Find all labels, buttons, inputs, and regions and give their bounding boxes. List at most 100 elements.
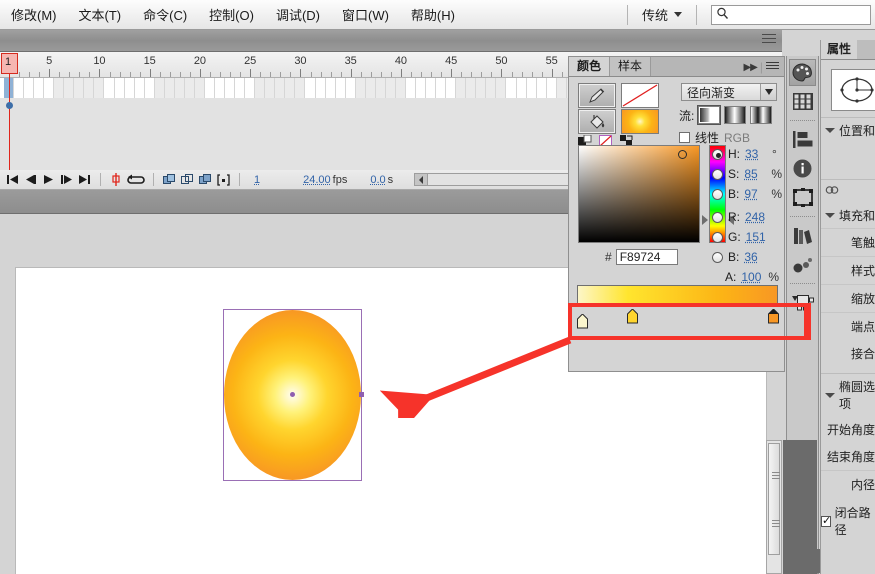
tab-properties[interactable]: 属性 [821, 40, 858, 59]
red-field[interactable]: R: 248 [712, 210, 767, 224]
close-path-checkbox[interactable] [821, 514, 831, 527]
alpha-value[interactable]: 100 [741, 270, 763, 284]
timeline-frame-cell[interactable] [225, 78, 236, 98]
gradient-center-handle[interactable] [290, 392, 295, 397]
timeline-frame-cell[interactable] [406, 78, 416, 98]
timeline-frame-cell[interactable] [145, 78, 155, 98]
step-back-one-frame-button[interactable] [23, 172, 38, 187]
timeline-frame-cell[interactable] [365, 78, 376, 98]
timeline-frame-cell[interactable] [94, 78, 105, 98]
row-style[interactable]: 样式 [821, 256, 875, 284]
row-inner-radius[interactable]: 内径 [821, 470, 875, 498]
timeline-frame-cell[interactable] [275, 78, 286, 98]
timeline-frame-cell[interactable] [255, 78, 266, 98]
timeline-frame-cell[interactable] [24, 78, 35, 98]
timeline-frame-cell[interactable] [125, 78, 135, 98]
timeline-frame-cell[interactable] [476, 78, 487, 98]
row-cap[interactable]: 端点 [821, 312, 875, 340]
flow-reflect-button[interactable] [724, 106, 747, 124]
chevron-down-icon-3[interactable] [825, 392, 835, 398]
menu-window[interactable]: 窗口(W) [331, 2, 400, 27]
timeline-frame-cell[interactable] [135, 78, 145, 98]
timeline-frame-cell[interactable] [34, 78, 45, 98]
chevron-down-icon-2[interactable] [825, 213, 835, 218]
stroke-color-tool-button[interactable] [578, 83, 616, 108]
menu-commands[interactable]: 命令(C) [132, 2, 198, 27]
current-frame-indicator[interactable]: 1 [254, 174, 260, 186]
hue-value[interactable]: 33 [745, 147, 767, 161]
timeline-frame-cell[interactable] [355, 78, 366, 98]
gradient-radius-handle[interactable] [359, 392, 364, 397]
flow-repeat-button[interactable] [750, 106, 773, 124]
timeline-frame-cell[interactable] [74, 78, 85, 98]
selected-ellipse[interactable] [223, 309, 364, 481]
timeline-frame-cell[interactable] [105, 78, 115, 98]
brightness-field[interactable]: B: 97 % [712, 187, 782, 201]
stroke-color-swatch[interactable] [621, 83, 659, 108]
play-button[interactable] [41, 172, 56, 187]
brightness-value[interactable]: 97 [744, 187, 766, 201]
timeline-frame-cell[interactable] [235, 78, 246, 98]
timeline-frame-cell[interactable] [456, 78, 467, 98]
timeline-frame-cell[interactable] [154, 78, 165, 98]
timeline-frame-cell[interactable] [556, 78, 567, 98]
edit-multiple-frames-button[interactable] [198, 172, 213, 187]
timeline-frame-cell[interactable] [466, 78, 477, 98]
timeline-frame-cell[interactable] [84, 78, 95, 98]
red-value[interactable]: 248 [745, 210, 767, 224]
section-oval-options[interactable]: 椭圆选项 [821, 373, 875, 416]
timeline-frame-cell[interactable] [436, 78, 447, 98]
timeline-frame-cell[interactable] [265, 78, 276, 98]
onion-skin-button[interactable] [162, 172, 177, 187]
menu-text[interactable]: 文本(T) [68, 2, 133, 27]
transform-panel-icon[interactable] [789, 184, 816, 211]
saturation-field[interactable]: S: 85 % [712, 167, 782, 181]
fill-color-swatch[interactable] [621, 109, 659, 134]
timeline-frame-cell[interactable] [205, 78, 215, 98]
blue-value[interactable]: 36 [744, 250, 766, 264]
tab-swatches[interactable]: 样本 [610, 57, 652, 76]
timeline-frame-cell[interactable] [14, 78, 25, 98]
menu-modify[interactable]: 修改(M) [0, 2, 68, 27]
timeline-frame-cell[interactable] [64, 78, 75, 98]
red-radio[interactable] [712, 211, 723, 223]
panel-options-menu-icon[interactable] [766, 62, 779, 72]
timeline-frame-cell[interactable] [44, 78, 55, 98]
collapse-panel-icon[interactable]: ▶▶ [743, 62, 757, 73]
timeline-frame-cell[interactable] [326, 78, 336, 98]
swatches-panel-icon[interactable] [789, 88, 816, 115]
timeline-frame-cell[interactable] [54, 78, 65, 98]
timeline-frame-cell[interactable] [496, 78, 507, 98]
timeline-frame-cell[interactable] [395, 78, 406, 98]
timeline-frame-cell[interactable] [285, 78, 296, 98]
search-input[interactable] [733, 6, 853, 23]
onion-skin-outlines-button[interactable] [180, 172, 195, 187]
color-panel-icon[interactable] [789, 59, 816, 86]
alpha-field[interactable]: A: 100 % [725, 270, 779, 284]
timeline-frame-cell[interactable] [215, 78, 226, 98]
search-box[interactable] [711, 4, 871, 25]
hex-input[interactable]: F89724 [615, 249, 678, 265]
section-fill-stroke[interactable] [821, 179, 875, 203]
timeline-frame-cell[interactable] [375, 78, 386, 98]
timeline-frame-cell[interactable] [547, 78, 557, 98]
scroll-left-arrow-icon[interactable] [415, 174, 429, 185]
chevron-down-icon[interactable] [825, 128, 835, 133]
blue-field-rgb[interactable]: B: 36 [712, 250, 766, 264]
timeline-frame-cell[interactable] [336, 78, 346, 98]
timeline-frame-cell[interactable] [316, 78, 326, 98]
section-position-size[interactable]: 位置和 [821, 117, 875, 143]
flow-extend-button[interactable] [698, 106, 721, 124]
saturation-value[interactable]: 85 [744, 167, 766, 181]
library-panel-icon[interactable] [789, 222, 816, 249]
info-panel-icon[interactable] [789, 155, 816, 182]
blue-radio[interactable] [712, 251, 723, 263]
keyframe-dot[interactable] [6, 102, 13, 109]
saturation-radio[interactable] [712, 168, 723, 180]
timeline-frame-cell[interactable] [295, 78, 306, 98]
row-join[interactable]: 接合 [821, 340, 875, 367]
align-panel-icon[interactable] [789, 126, 816, 153]
row-close-path[interactable]: 闭合路径 [821, 498, 875, 538]
workspace-switcher[interactable]: 传统 [634, 3, 690, 26]
timeline-frame-cell[interactable] [416, 78, 427, 98]
